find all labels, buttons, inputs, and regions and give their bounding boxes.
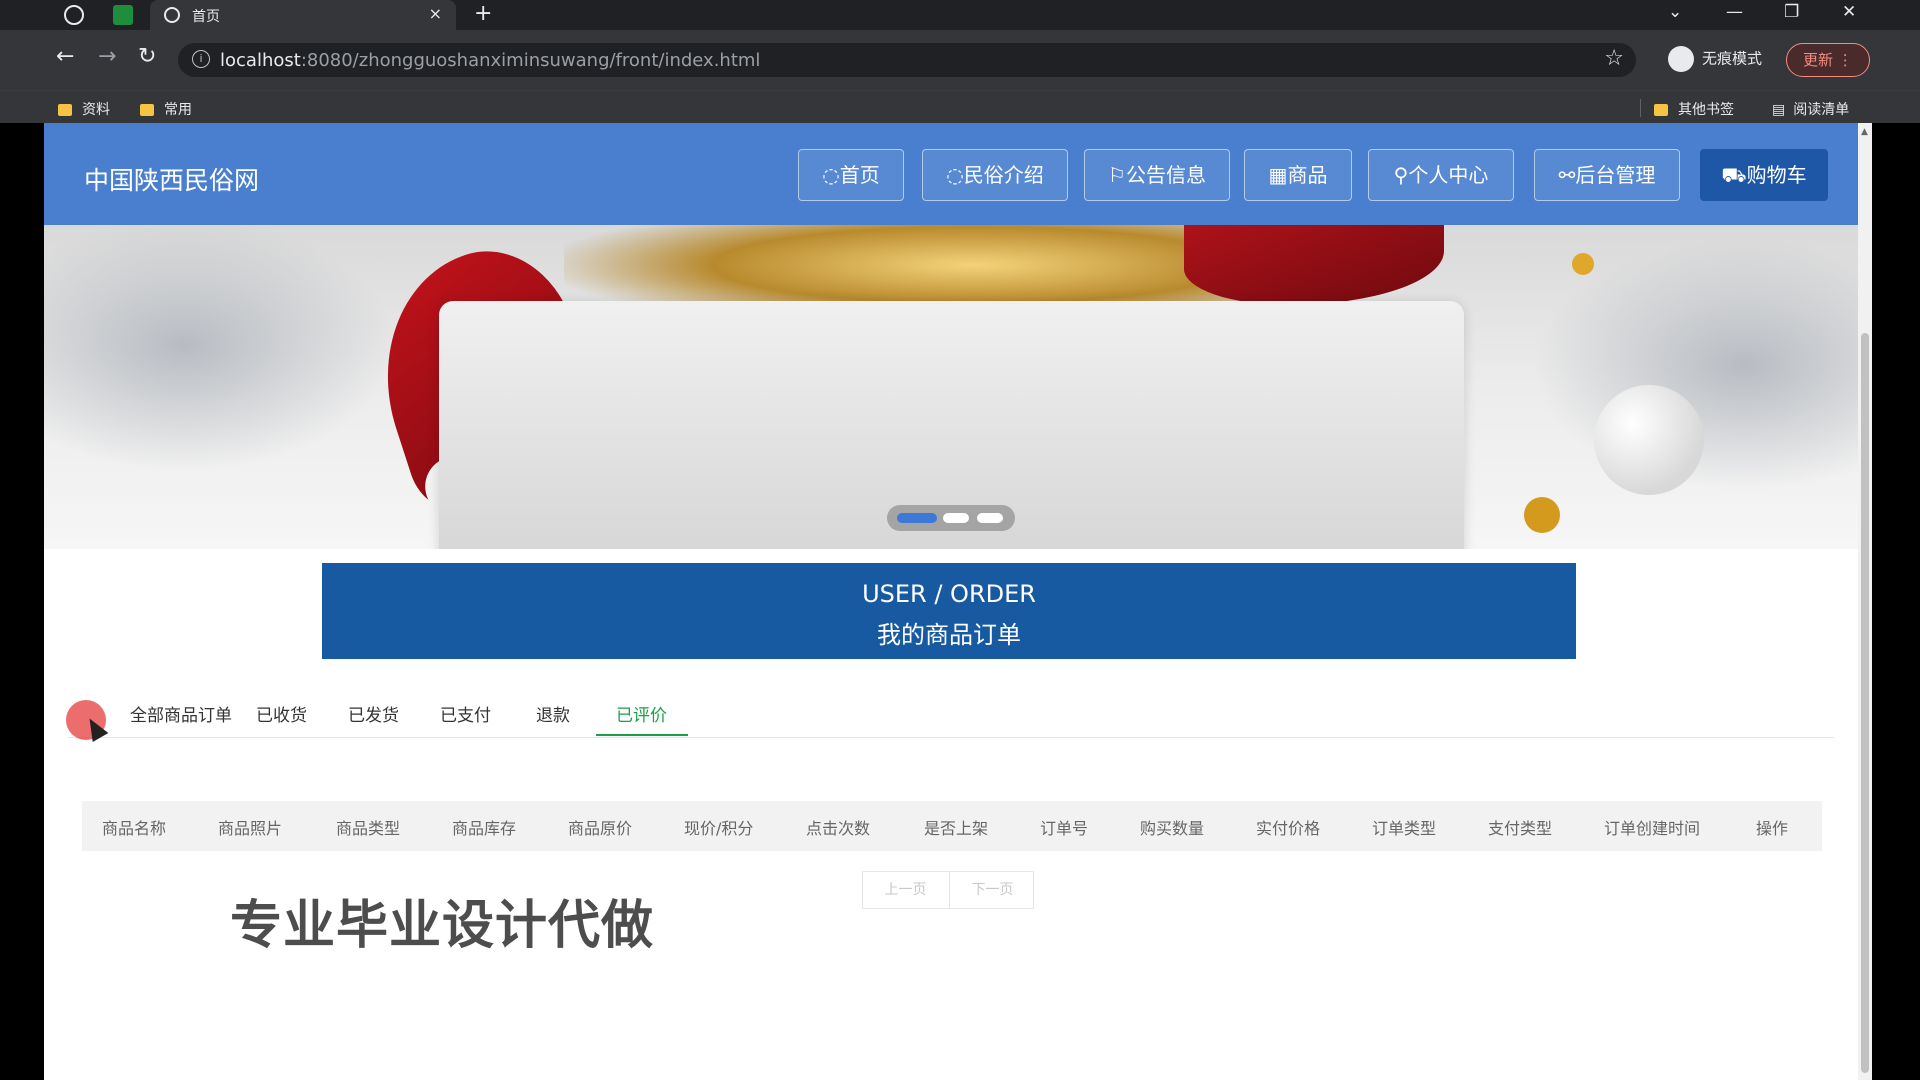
close-icon[interactable]: × — [429, 4, 442, 23]
nav-personal-center[interactable]: ⚲个人中心 — [1368, 149, 1514, 201]
nav-announcements[interactable]: ⚐公告信息 — [1084, 149, 1230, 201]
page-viewport: 中国陕西民俗网 ◌首页 ◌民俗介绍 ⚐公告信息 ▦商品 ⚲个人中心 ⚯后台管理 … — [44, 123, 1858, 1080]
column-header: 现价/积分 — [684, 819, 754, 838]
banner-decoration — [1594, 385, 1704, 495]
url-text[interactable]: localhost:8080/zhongguoshanximinsuwang/f… — [220, 50, 760, 71]
new-tab-button[interactable]: + — [474, 1, 492, 26]
banner-decoration — [1524, 497, 1560, 533]
globe-icon[interactable] — [64, 5, 84, 25]
nav-home[interactable]: ◌首页 — [798, 149, 904, 201]
incognito-indicator[interactable]: 无痕模式 — [1668, 46, 1762, 72]
prev-page-button[interactable]: 上一页 — [863, 872, 948, 908]
nav-folk-intro[interactable]: ◌民俗介绍 — [922, 149, 1068, 201]
scrollbar-thumb[interactable] — [1861, 333, 1869, 1073]
browser-toolbar: ← → ↻ i localhost:8080/zhongguoshanximin… — [0, 30, 1920, 90]
active-tab-indicator — [596, 734, 688, 736]
page-scrollbar[interactable]: ▲ — [1858, 123, 1872, 1080]
address-bar[interactable]: i localhost:8080/zhongguoshanximinsuwang… — [178, 43, 1636, 77]
scroll-up-icon[interactable]: ▲ — [1861, 127, 1868, 137]
column-header: 是否上架 — [924, 819, 989, 838]
carousel-dot[interactable] — [897, 513, 937, 523]
tab-received[interactable]: 已收货 — [256, 701, 307, 726]
orders-table-header: 商品名称 商品照片 商品类型 商品库存 商品原价 现价/积分 点击次数 是否上架… — [82, 801, 1822, 851]
bookmark-separator — [1640, 99, 1641, 117]
section-title-cn: 我的商品订单 — [877, 621, 1021, 649]
spreadsheet-icon[interactable] — [113, 5, 133, 25]
column-header: 订单号 — [1040, 819, 1089, 838]
tab-title: 首页 — [192, 9, 220, 25]
nav-admin[interactable]: ⚯后台管理 — [1534, 149, 1680, 201]
tab-refund[interactable]: 退款 — [536, 701, 570, 726]
minimize-icon[interactable]: — — [1726, 2, 1743, 22]
info-icon[interactable]: i — [192, 50, 210, 68]
forward-icon[interactable]: → — [98, 44, 116, 69]
column-header: 商品库存 — [452, 819, 517, 838]
bookmark-changyong[interactable]: 常用 — [140, 99, 192, 119]
browser-tab-home[interactable]: 首页 × — [150, 0, 456, 30]
watermark-text: 专业毕业设计代做 — [230, 896, 655, 956]
back-icon[interactable]: ← — [56, 44, 74, 69]
carousel-dot[interactable] — [977, 513, 1003, 523]
column-header: 操作 — [1756, 819, 1789, 838]
tab-all-orders[interactable]: 全部商品订单 — [130, 701, 232, 726]
tab-shipped[interactable]: 已发货 — [348, 701, 399, 726]
column-header: 实付价格 — [1256, 819, 1321, 838]
column-header: 订单创建时间 — [1604, 819, 1701, 838]
column-header: 商品名称 — [102, 819, 167, 838]
chevron-down-icon[interactable]: ⌄ — [1668, 2, 1682, 22]
browser-tabstrip: 首页 × + ⌄ — ❐ ✕ — [0, 0, 1920, 30]
column-header: 支付类型 — [1488, 819, 1553, 838]
site-header: 中国陕西民俗网 ◌首页 ◌民俗介绍 ⚐公告信息 ▦商品 ⚲个人中心 ⚯后台管理 … — [44, 123, 1858, 225]
tab-paid[interactable]: 已支付 — [440, 701, 491, 726]
column-header: 商品类型 — [336, 819, 401, 838]
other-bookmarks[interactable]: 其他书签 — [1654, 99, 1734, 119]
nav-products[interactable]: ▦商品 — [1244, 149, 1352, 201]
reading-list-icon: ▤ — [1772, 102, 1786, 118]
bookmarks-bar: 资料 常用 其他书签 ▤ 阅读清单 — [0, 90, 1920, 123]
update-button[interactable]: 更新 ⋮ — [1786, 43, 1870, 77]
pagination: 上一页 下一页 — [862, 871, 1034, 909]
incognito-icon — [1668, 46, 1694, 72]
carousel-banner[interactable] — [44, 225, 1858, 549]
banner-decoration — [1572, 253, 1594, 275]
carousel-indicators — [887, 505, 1015, 531]
globe-icon — [164, 7, 180, 23]
column-header: 购买数量 — [1140, 819, 1205, 838]
folder-icon — [140, 104, 154, 116]
column-header: 商品照片 — [218, 819, 283, 838]
column-header: 商品原价 — [568, 819, 633, 838]
nav-cart[interactable]: ⛟购物车 — [1700, 149, 1828, 201]
next-page-button[interactable]: 下一页 — [949, 872, 1035, 908]
bookmark-ziliao[interactable]: 资料 — [58, 99, 110, 119]
column-header: 订单类型 — [1372, 819, 1437, 838]
site-brand[interactable]: 中国陕西民俗网 — [84, 161, 259, 197]
section-title-bar: USER / ORDER 我的商品订单 — [322, 563, 1576, 659]
folder-icon — [58, 104, 72, 116]
reload-icon[interactable]: ↻ — [138, 44, 156, 69]
tab-reviewed[interactable]: 已评价 — [616, 701, 667, 726]
section-title-en: USER / ORDER — [862, 580, 1036, 608]
carousel-dot[interactable] — [943, 513, 969, 523]
window-close-icon[interactable]: ✕ — [1842, 2, 1856, 22]
restore-icon[interactable]: ❐ — [1784, 2, 1799, 22]
reading-list[interactable]: ▤ 阅读清单 — [1772, 99, 1849, 119]
column-header: 点击次数 — [806, 819, 871, 838]
folder-icon — [1654, 104, 1668, 116]
star-icon[interactable]: ☆ — [1604, 46, 1624, 71]
banner-decoration — [1184, 225, 1444, 305]
order-status-tabs: 全部商品订单 已收货 已发货 已支付 退款 已评价 — [68, 691, 1834, 738]
